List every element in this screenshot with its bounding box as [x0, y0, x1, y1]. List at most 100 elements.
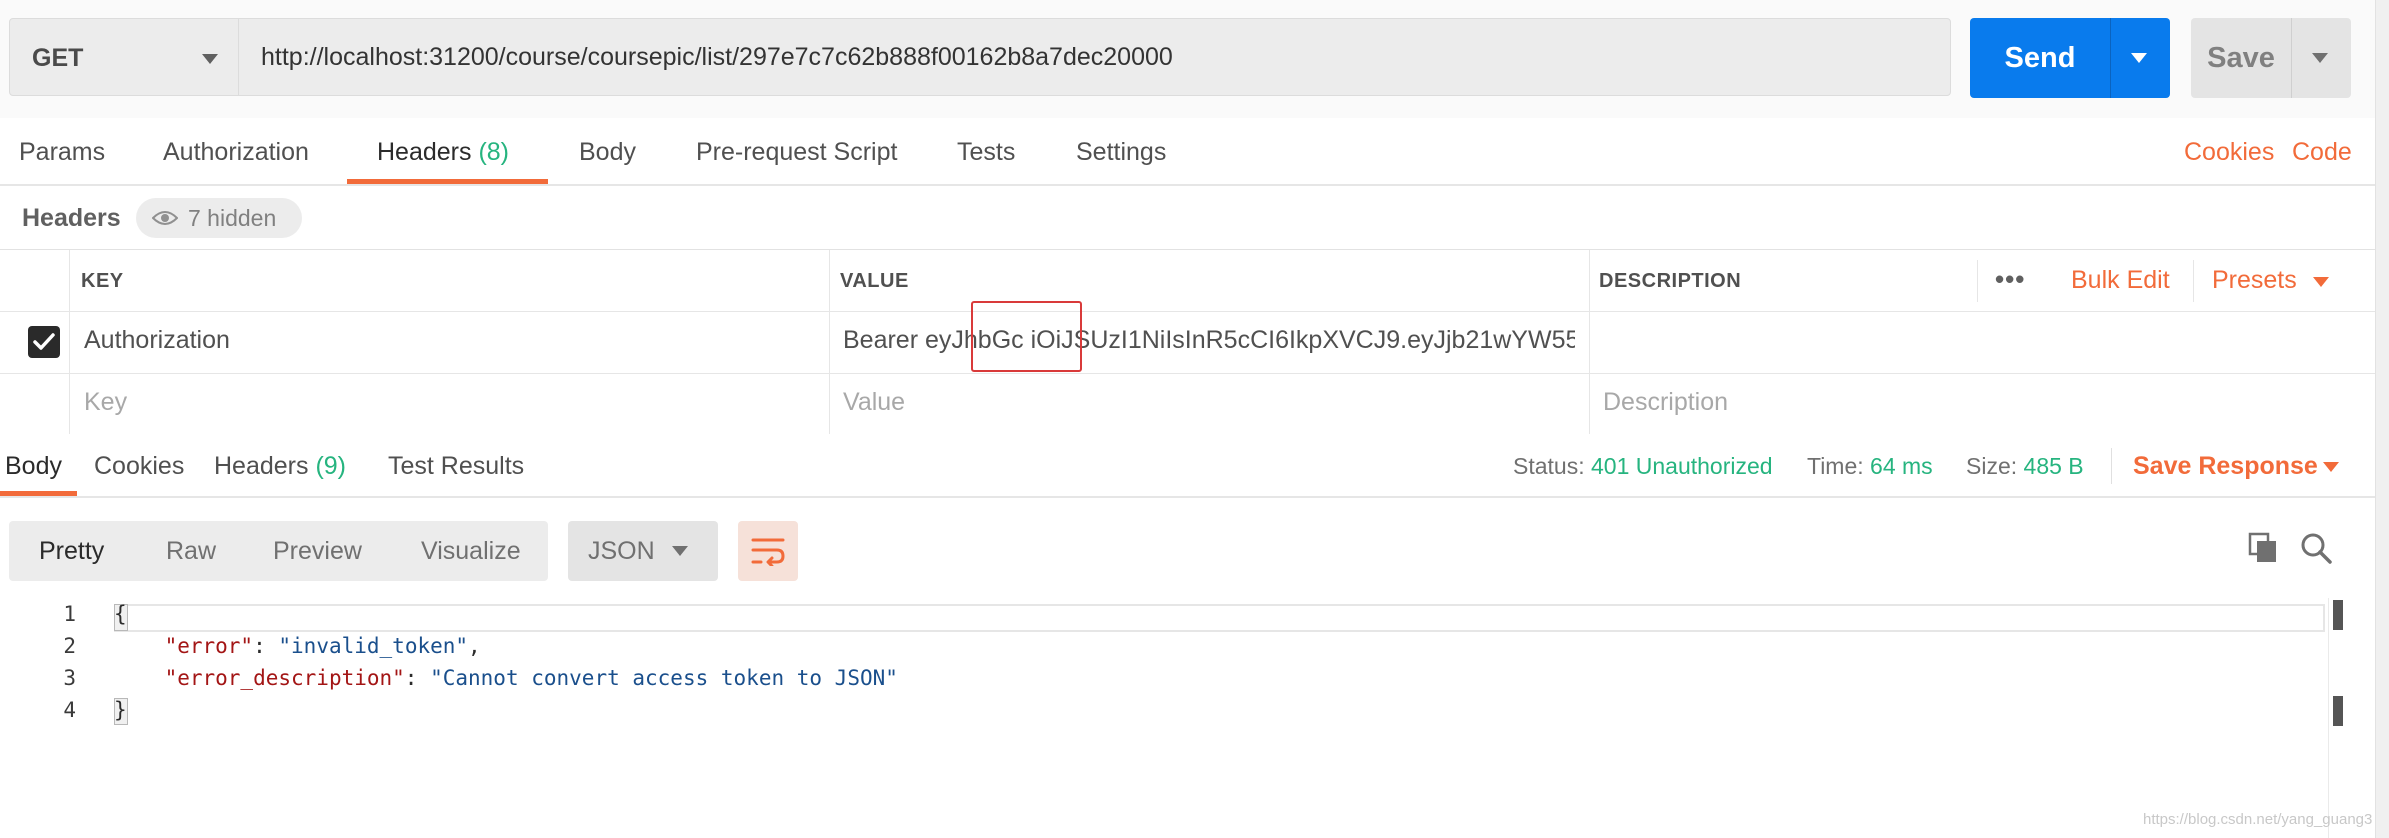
line-number: 4 — [63, 698, 76, 722]
json-key: "error_description" — [164, 666, 405, 690]
active-tab-indicator — [347, 179, 548, 184]
chevron-down-icon[interactable] — [2131, 53, 2147, 63]
method-select[interactable]: GET — [9, 18, 239, 96]
save-divider — [2291, 18, 2292, 98]
hidden-count: 7 hidden — [188, 205, 277, 231]
headers-title: Headers — [22, 204, 121, 232]
status-label: Status: — [1513, 453, 1585, 479]
format-label: JSON — [588, 537, 655, 565]
tab-settings[interactable]: Settings — [1076, 118, 1166, 186]
view-mode-visualize[interactable]: Visualize — [421, 521, 521, 581]
line-number: 1 — [63, 602, 76, 626]
response-body-editor[interactable]: 1 2 3 4 { "error": "invalid_token", "err… — [0, 598, 2389, 838]
bulk-edit-link[interactable]: Bulk Edit — [2071, 266, 2170, 295]
chevron-down-icon[interactable] — [2323, 462, 2339, 472]
tab-label: Body — [5, 452, 62, 480]
send-button[interactable]: Send — [1970, 18, 2170, 98]
code-line: { — [114, 602, 127, 626]
tab-label: Tests — [957, 138, 1016, 166]
scroll-marker — [2333, 696, 2343, 726]
line-number: 3 — [63, 666, 76, 690]
save-label: Save — [2207, 42, 2275, 74]
response-time: Time: 64 ms — [1807, 434, 1933, 498]
request-tabs: Params Authorization Headers (8) Body Pr… — [0, 118, 2389, 186]
wrap-lines-icon — [751, 538, 785, 566]
size-value: 485 B — [2023, 453, 2084, 479]
chevron-down-icon — [202, 54, 218, 64]
tab-test-results[interactable]: Test Results — [388, 434, 524, 498]
response-view-modes: Pretty Raw Preview Visualize — [9, 521, 548, 581]
tab-label: Test Results — [388, 452, 525, 480]
search-icon[interactable] — [2300, 532, 2332, 564]
tab-label: Cookies — [94, 452, 185, 480]
tab-response-cookies[interactable]: Cookies — [94, 434, 184, 498]
tab-count: (9) — [315, 452, 347, 480]
tab-tests[interactable]: Tests — [957, 118, 1015, 186]
json-key: "error" — [164, 634, 254, 658]
code-line: "error_description": "Cannot convert acc… — [164, 666, 898, 690]
time-label: Time: — [1807, 453, 1864, 479]
headers-toolbar: Headers 7 hidden — [0, 188, 2389, 248]
active-tab-indicator — [0, 491, 77, 496]
tab-body[interactable]: Body — [579, 118, 636, 186]
tab-label: Pre-request Script — [696, 138, 898, 166]
code-brace: } — [114, 698, 127, 722]
column-header-value: VALUE — [840, 270, 909, 292]
status-value: 401 Unauthorized — [1591, 453, 1773, 479]
tab-label: Settings — [1076, 138, 1167, 166]
header-value-cell[interactable]: Bearer eyJhbGc iOiJSUzI1NiIsInR5cCI6IkpX… — [843, 326, 1575, 355]
tab-label: Body — [579, 138, 636, 166]
wrap-lines-button[interactable] — [738, 521, 798, 581]
format-select[interactable]: JSON — [568, 521, 718, 581]
size-label: Size: — [1966, 453, 2018, 479]
save-button[interactable]: Save — [2191, 18, 2351, 98]
json-value: "invalid_token" — [278, 634, 469, 658]
method-label: GET — [32, 44, 84, 72]
row-divider — [0, 373, 2375, 374]
hidden-headers-toggle[interactable]: 7 hidden — [136, 198, 302, 238]
view-mode-preview[interactable]: Preview — [273, 521, 362, 581]
view-mode-pretty[interactable]: Pretty — [39, 521, 104, 581]
chevron-down-icon — [2313, 277, 2329, 287]
send-label: Send — [2004, 42, 2076, 74]
save-response-button[interactable]: Save Response — [2133, 434, 2318, 498]
column-divider — [829, 250, 830, 435]
response-size: Size: 485 B — [1966, 434, 2084, 498]
window-scrollbar[interactable] — [2375, 0, 2389, 838]
code-link[interactable]: Code — [2292, 118, 2352, 186]
code-brace: { — [114, 602, 127, 626]
tab-headers[interactable]: Headers (8) — [377, 118, 509, 186]
column-divider — [1589, 250, 1590, 435]
header-enabled-checkbox[interactable] — [28, 326, 60, 358]
annotation-highlight-box — [971, 301, 1082, 372]
chevron-down-icon[interactable] — [2312, 53, 2328, 63]
tab-response-body[interactable]: Body — [5, 434, 62, 498]
active-line-highlight — [114, 604, 2325, 632]
json-value: "Cannot convert access token to JSON" — [430, 666, 898, 690]
tab-label: Headers — [214, 452, 309, 480]
tab-authorization[interactable]: Authorization — [163, 118, 309, 186]
new-description-input[interactable]: Description — [1603, 388, 1728, 417]
watermark: https://blog.csdn.net/yang_guang3 — [2143, 811, 2373, 828]
copy-icon[interactable] — [2248, 532, 2278, 564]
request-bar: GET http://localhost:31200/course/course… — [0, 0, 2389, 118]
tab-pre-request-script[interactable]: Pre-request Script — [696, 118, 897, 186]
json-punct: , — [468, 634, 481, 658]
divider — [2111, 448, 2112, 484]
presets-link[interactable]: Presets — [2212, 266, 2297, 295]
cookies-link[interactable]: Cookies — [2184, 118, 2274, 186]
time-value: 64 ms — [1870, 453, 1933, 479]
header-key-cell[interactable]: Authorization — [84, 326, 814, 355]
new-value-input[interactable]: Value — [843, 388, 905, 417]
response-tabs: Body Cookies Headers (9) Test Results St… — [0, 434, 2389, 498]
view-mode-raw[interactable]: Raw — [166, 521, 216, 581]
more-icon[interactable]: ••• — [1995, 264, 2025, 295]
tab-params[interactable]: Params — [19, 118, 105, 186]
new-key-input[interactable]: Key — [84, 388, 127, 417]
tab-response-headers[interactable]: Headers (9) — [214, 434, 346, 498]
url-input[interactable]: http://localhost:31200/course/coursepic/… — [238, 18, 1951, 96]
tab-count: (8) — [478, 138, 510, 166]
scroll-marker — [2333, 600, 2343, 630]
code-line: } — [114, 698, 127, 722]
editor-scrollbar[interactable] — [2328, 598, 2346, 838]
